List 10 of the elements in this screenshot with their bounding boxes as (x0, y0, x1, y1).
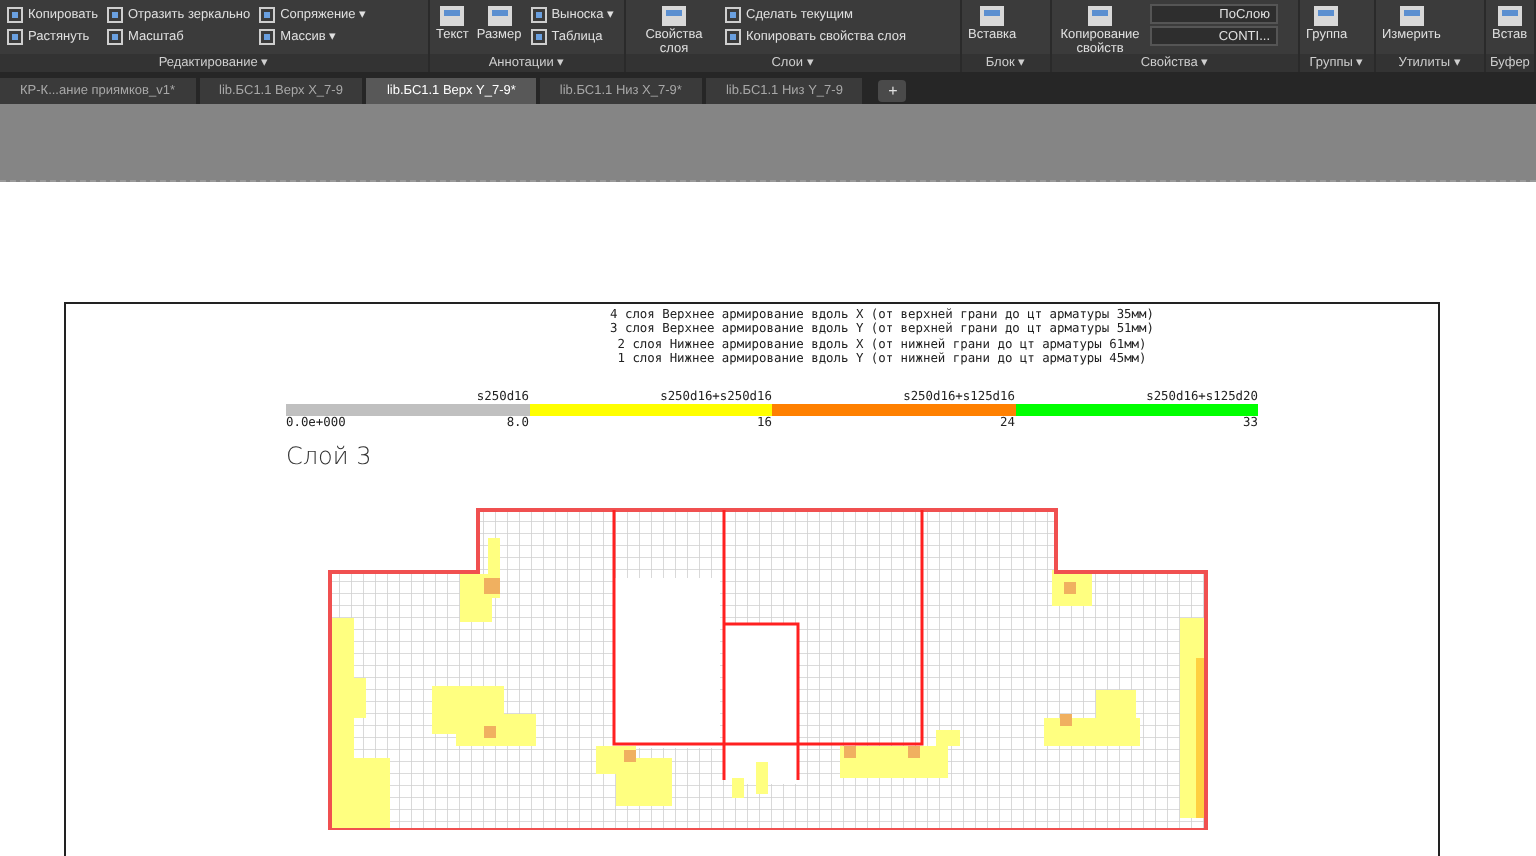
tool-icon (978, 4, 1007, 28)
new-tab-button[interactable]: + (878, 80, 907, 102)
tool-icon (1312, 4, 1341, 28)
tool-icon (1495, 4, 1524, 28)
tool-icon (660, 4, 688, 28)
tool-icon (1397, 4, 1426, 28)
tool-icon (438, 4, 467, 28)
tool-icon (1086, 4, 1114, 28)
tool-icon (485, 4, 514, 28)
layer-title: Слой 3 (286, 441, 372, 470)
